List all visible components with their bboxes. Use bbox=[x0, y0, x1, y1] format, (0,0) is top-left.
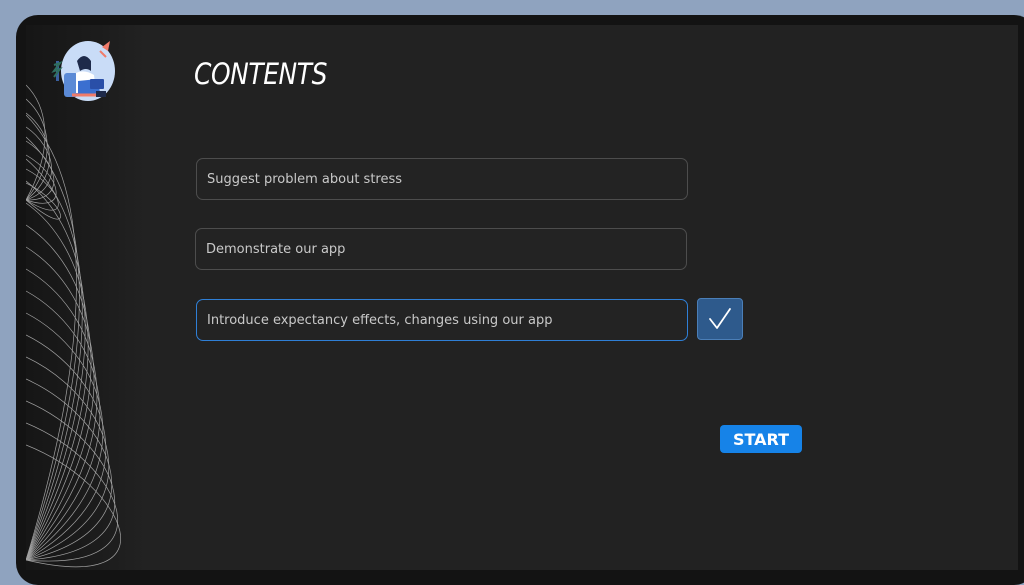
slide-screen: CONTENTS Suggest problem about stress De… bbox=[26, 25, 1018, 570]
decorative-arc-lines bbox=[26, 84, 122, 568]
start-button[interactable]: START bbox=[720, 425, 802, 453]
checkmark-icon bbox=[709, 308, 731, 329]
content-item-2[interactable]: Demonstrate our app bbox=[195, 228, 687, 270]
decorative-side-panel bbox=[26, 25, 146, 570]
presentation-window: CONTENTS Suggest problem about stress De… bbox=[16, 15, 1024, 585]
confirm-check-button[interactable] bbox=[697, 298, 743, 340]
page-title: CONTENTS bbox=[194, 57, 327, 91]
content-item-1[interactable]: Suggest problem about stress bbox=[196, 158, 688, 200]
content-item-3[interactable]: Introduce expectancy effects, changes us… bbox=[196, 299, 688, 341]
person-relaxing-illustration bbox=[50, 37, 116, 103]
